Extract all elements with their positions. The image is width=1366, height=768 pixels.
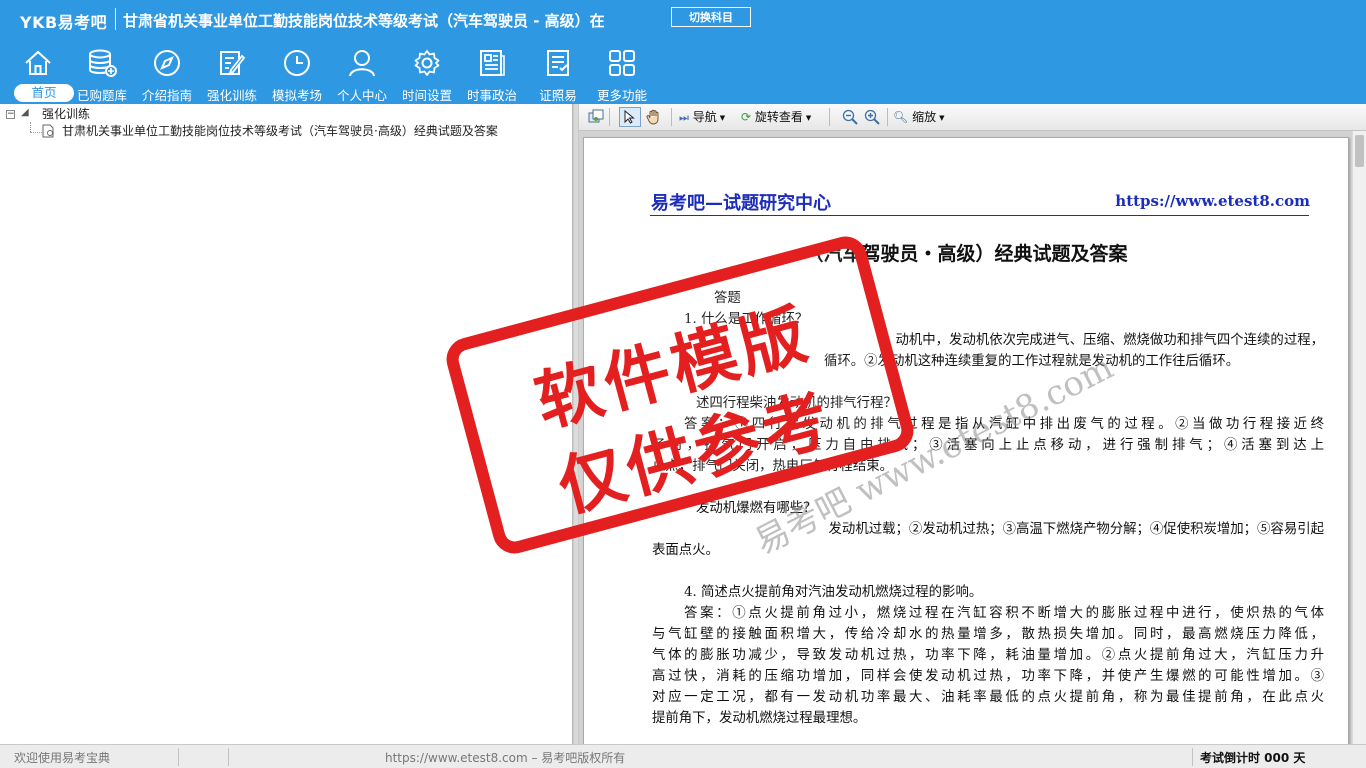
hand-tool-icon[interactable] (645, 108, 663, 126)
tree-folder-icon: ◢ (21, 107, 29, 118)
doc-line: 4. 简述点火提前角对汽油发动机燃烧过程的影响。 (684, 585, 983, 600)
tree-root-item[interactable]: 强化训练 (42, 106, 90, 122)
status-divider (178, 748, 179, 766)
status-copyright: https://www.etest8.com – 易考吧版权所有 (385, 751, 626, 765)
nav-label: 个人中心 (336, 88, 387, 103)
scrollbar-thumb[interactable] (1355, 135, 1364, 167)
nav-label: 时事政治 (466, 88, 517, 103)
compass-icon (154, 50, 180, 76)
status-divider (228, 748, 229, 766)
doc-line: 气体的膨胀功减少，导致发动机过热，功率下降，耗油量增加。②点火提前角过大，汽缸压… (652, 648, 1324, 663)
doc-line: 对应一定工况，都有一发动机功率最大、油耗率最低的点火提前角，称为最佳提前角，在此… (652, 690, 1324, 705)
doc-line: 表面点火。 (652, 543, 719, 558)
zoom-out-icon[interactable] (841, 108, 859, 126)
nav-home[interactable]: 首页 (6, 46, 74, 104)
doc-line: 动机中，发动机依次完成进气、压缩、燃烧做功和排气四个连续的过程， (895, 333, 1325, 348)
toolbar-divider (671, 108, 672, 126)
doc-line: 与气缸壁的接触面积增大，传给冷却水的热量增多，散热损失增加。同时，最高燃烧压力降… (652, 627, 1324, 642)
nav-label: 模拟考场 (271, 88, 322, 103)
nav-label: 强化训练 (206, 88, 257, 103)
status-welcome: 欢迎使用易考宝典 (14, 751, 111, 765)
app-header: YKB易考吧 甘肃省机关事业单位工勤技能岗位技术等级考试（汽车驾驶员 - 高级）… (0, 0, 1366, 104)
nav-mock-exam[interactable]: 模拟考场 (265, 46, 329, 104)
tree-collapse-toggle[interactable]: − (6, 110, 15, 119)
nav-label: 证照易 (539, 88, 577, 103)
nav-label: 已购题库 (76, 88, 127, 103)
zoom-label: 缩放 (912, 110, 937, 124)
toolbar-divider (609, 108, 610, 126)
nav-label: 介绍指南 (141, 88, 192, 103)
main-nav: 首页 已购题库 介绍指南 强化训练 模拟考场 个人中心 时间设置 时事政治 证照… (0, 46, 1366, 104)
user-icon (349, 50, 375, 77)
cursor-icon (624, 110, 635, 124)
doc-header-rule (650, 215, 1309, 216)
tree-connector (30, 122, 31, 132)
nav-label: 更多功能 (596, 88, 647, 103)
doc-line: 高过快，消耗的压缩功增加，同样会使发动机过热，功率下降，并使产生爆燃的可能性增加… (652, 669, 1324, 684)
viewer-toolbar: ⏭ 导航 ▼ ⟳ 旋转查看 ▼ 🔍︎ 缩放 ▼ (579, 104, 1366, 131)
nav-purchased-bank[interactable]: 已购题库 (70, 46, 134, 104)
title-divider (115, 8, 116, 30)
nav-training[interactable]: 强化训练 (200, 46, 264, 104)
grid-icon (609, 50, 635, 76)
navigate-label: 导航 (692, 110, 717, 124)
rotate-icon: ⟳ (741, 110, 752, 124)
navigate-icon: ⏭ (679, 111, 689, 124)
database-icon (89, 49, 117, 77)
toolbar-divider (829, 108, 830, 126)
home-icon (25, 50, 51, 75)
status-divider (1192, 748, 1193, 766)
document-icon (42, 124, 54, 138)
nav-more[interactable]: 更多功能 (590, 46, 654, 104)
doc-line: 答案：①点火提前角过小，燃烧过程在汽缸容积不断增大的膨胀过程中进行，使炽热的气体 (684, 606, 1324, 621)
nav-label: 首页 (14, 84, 74, 102)
clock-icon (284, 50, 310, 76)
doc-line: 提前角下，发动机燃烧过程最理想。 (652, 711, 867, 726)
gear-icon (414, 50, 440, 76)
title-row: YKB易考吧 甘肃省机关事业单位工勤技能岗位技术等级考试（汽车驾驶员 - 高级）… (0, 0, 1366, 38)
tree-connector (30, 132, 42, 133)
nav-current-affairs[interactable]: 时事政治 (460, 46, 524, 104)
thumbnail-icon[interactable] (587, 108, 605, 126)
exam-title: 甘肃省机关事业单位工勤技能岗位技术等级考试（汽车驾驶员 - 高级）在 (123, 12, 605, 30)
certificate-icon (547, 50, 569, 76)
news-icon (480, 50, 505, 76)
app-logo: YKB易考吧 (20, 13, 108, 32)
zoom-in-icon[interactable] (863, 108, 881, 126)
magnifier-icon: 🔍︎ (893, 110, 909, 124)
doc-header-url: https://www.etest8.com (1115, 192, 1310, 210)
rotate-menu[interactable]: ⟳ 旋转查看 ▼ (741, 107, 811, 127)
navigate-menu[interactable]: ⏭ 导航 ▼ (679, 107, 725, 127)
select-tool-button[interactable] (619, 107, 641, 127)
nav-personal-center[interactable]: 个人中心 (330, 46, 394, 104)
rotate-label: 旋转查看 (754, 110, 803, 124)
exam-countdown: 考试倒计时 000 天 (1200, 751, 1306, 765)
doc-header-left: 易考吧—试题研究中心 (651, 193, 831, 214)
vertical-scrollbar[interactable] (1352, 131, 1366, 744)
nav-time-settings[interactable]: 时间设置 (395, 46, 459, 104)
edit-icon (220, 51, 246, 75)
switch-subject-button[interactable]: 切换科目 (671, 7, 751, 27)
doc-title: （汽车驾驶员・高级）经典试题及答案 (804, 243, 1128, 265)
toolbar-divider (887, 108, 888, 126)
nav-certificate[interactable]: 证照易 (526, 46, 590, 104)
zoom-menu[interactable]: 🔍︎ 缩放 ▼ (893, 107, 944, 127)
nav-label: 时间设置 (401, 88, 452, 103)
status-bar: 欢迎使用易考宝典 https://www.etest8.com – 易考吧版权所… (0, 744, 1366, 768)
tree-child-item[interactable]: 甘肃机关事业单位工勤技能岗位技术等级考试（汽车驾驶员·高级）经典试题及答案 (62, 123, 498, 139)
nav-guide[interactable]: 介绍指南 (135, 46, 199, 104)
